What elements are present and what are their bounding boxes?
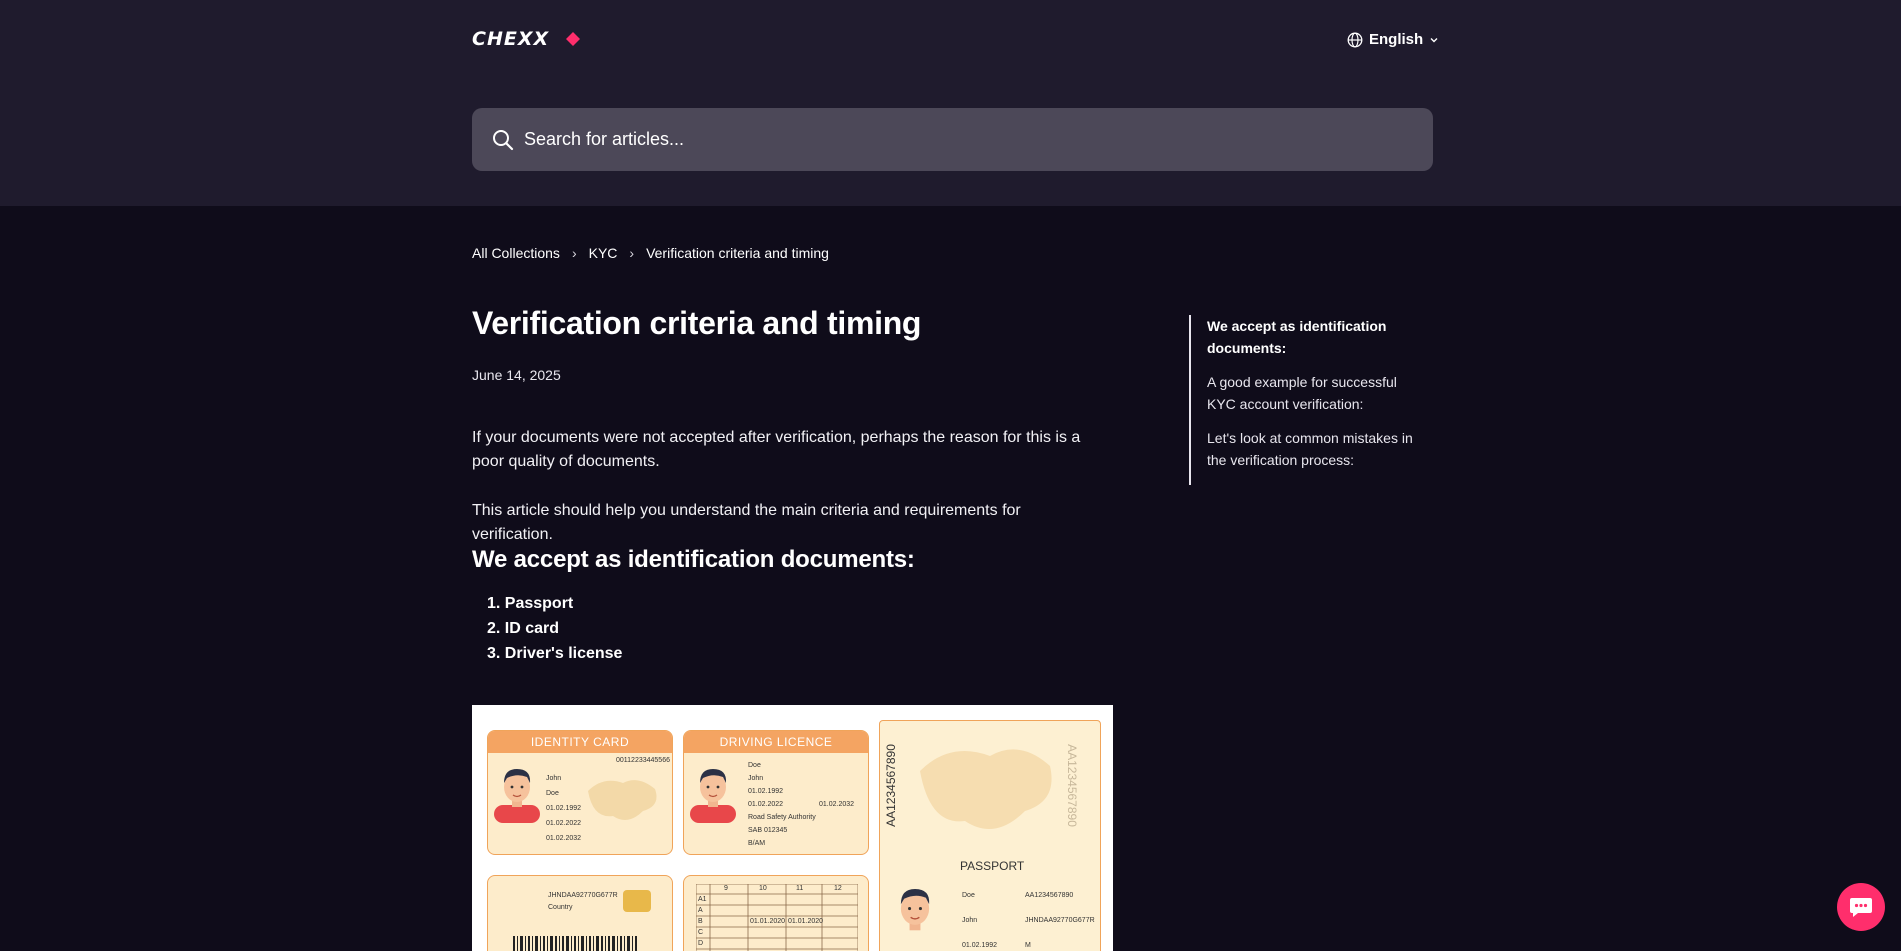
chat-launcher-button[interactable] [1837, 883, 1885, 931]
driving-licence-header: DRIVING LICENCE [684, 731, 868, 753]
passport-number-vertical: AA1234567890 [1064, 744, 1079, 827]
dl-category: B/AM [748, 840, 766, 847]
grid-date: 01.01.2020 [788, 918, 824, 925]
grid-col-label: 12 [834, 885, 842, 892]
dl-name: John [748, 775, 764, 782]
breadcrumb-kyc[interactable]: KYC [589, 245, 618, 261]
barcode-graphic [513, 936, 637, 951]
grid-row-label: C [698, 929, 704, 936]
passport-dob: 01.02.1992 [962, 942, 998, 949]
breadcrumb-all-collections[interactable]: All Collections [472, 245, 560, 261]
grid-col-label: 10 [759, 885, 767, 892]
documents-list: 1. Passport 2. ID card 3. Driver's licen… [472, 591, 622, 666]
grid-row-label: D [698, 940, 704, 947]
globe-icon [1347, 32, 1363, 47]
article-paragraph: This article should help you understand … [472, 502, 1021, 543]
world-map-graphic [920, 749, 1052, 829]
brand-logo[interactable]: CHEXX [472, 30, 616, 48]
dl-surname: Doe [748, 762, 761, 769]
document-examples-image: IDENTITY CARD 00112233445566 John Doe 01… [472, 705, 1113, 951]
passport-surname: Doe [962, 892, 975, 899]
language-label: English [1369, 31, 1424, 48]
id-personal-number: JHNDAA92770G677R [548, 892, 618, 899]
identity-card-back-example: JHNDAA92770G677R Country [487, 875, 673, 951]
article-title: Verification criteria and timing [472, 305, 922, 341]
dl-expires: 01.02.2032 [819, 801, 855, 808]
chat-bubble-icon [1850, 898, 1872, 917]
chevron-down-icon [1430, 37, 1438, 42]
search-bar[interactable] [472, 108, 1433, 171]
id-surname: Doe [546, 790, 559, 797]
world-map-graphic [588, 780, 657, 820]
identity-card-example: IDENTITY CARD 00112233445566 John Doe 01… [487, 730, 673, 855]
passport-sex: M [1025, 942, 1031, 949]
brand-logo-text: CHEXX [472, 30, 549, 48]
grid-col-label: 11 [796, 885, 804, 892]
driving-licence-example: DRIVING LICENCE Doe John 01.02.1992 01.0… [683, 730, 869, 855]
search-icon [493, 129, 514, 150]
brand-logo-diamond [566, 32, 580, 46]
grid-row-label: A [698, 907, 703, 914]
site-header: CHEXX English [0, 0, 1901, 206]
toc-item-common-mistakes[interactable]: Let's look at common mistakes in the ver… [1207, 427, 1419, 471]
grid-col-label: 9 [724, 885, 728, 892]
toc-item-good-example[interactable]: A good example for successful KYC accoun… [1207, 371, 1419, 415]
grid-row-label: A1 [698, 896, 707, 903]
article-paragraph: If your documents were not accepted afte… [472, 429, 1081, 470]
driving-licence-back-example: 9 10 11 12 A1 A B 01.01.2020 01.01.2020 … [683, 875, 869, 951]
list-item: 1. Passport [487, 595, 574, 612]
list-item: 3. Driver's license [487, 645, 623, 662]
chip-graphic [623, 890, 651, 912]
identity-card-header: IDENTITY CARD [488, 731, 672, 753]
language-selector[interactable]: English [1347, 31, 1439, 48]
id-dob: 01.02.1992 [546, 805, 582, 812]
passport-personal-number: JHNDAA92770G677R [1025, 917, 1095, 924]
person-portrait-icon [494, 769, 540, 823]
passport-number: AA1234567890 [1025, 892, 1074, 899]
passport-number-vertical: AA1234567890 [883, 744, 898, 827]
person-portrait-icon [690, 769, 736, 823]
dl-issued: 01.02.2022 [748, 801, 784, 808]
dl-authority: Road Safety Authority [748, 814, 816, 821]
passport-name: John [962, 917, 978, 924]
dl-number: SAB 012345 [748, 827, 788, 834]
id-name: John [546, 775, 562, 782]
grid-date: 01.01.2020 [750, 918, 786, 925]
id-expiry-date: 01.02.2032 [546, 835, 582, 842]
person-portrait-icon [900, 889, 930, 931]
search-input[interactable] [524, 129, 1404, 150]
id-number: 00112233445566 [616, 757, 670, 764]
dl-dob: 01.02.1992 [748, 788, 784, 795]
id-country: Country [548, 904, 573, 911]
list-item: 2. ID card [487, 620, 560, 637]
passport-example: AA1234567890 AA1234567890 PASSPORT Doe A… [879, 720, 1101, 951]
breadcrumb-separator: › [629, 245, 635, 261]
section-heading-documents: We accept as identification documents: [472, 546, 915, 573]
breadcrumb: All Collections › KYC › Verification cri… [472, 245, 829, 261]
table-of-contents: We accept as identification documents: A… [1189, 315, 1419, 485]
breadcrumb-separator: › [571, 245, 577, 261]
id-issue-date: 01.02.2022 [546, 820, 582, 827]
toc-item-identification-documents[interactable]: We accept as identification documents: [1207, 315, 1419, 359]
grid-row-label: B [698, 918, 703, 925]
breadcrumb-current: Verification criteria and timing [646, 245, 829, 261]
article-date: June 14, 2025 [472, 367, 561, 383]
passport-title: PASSPORT [960, 859, 1025, 873]
